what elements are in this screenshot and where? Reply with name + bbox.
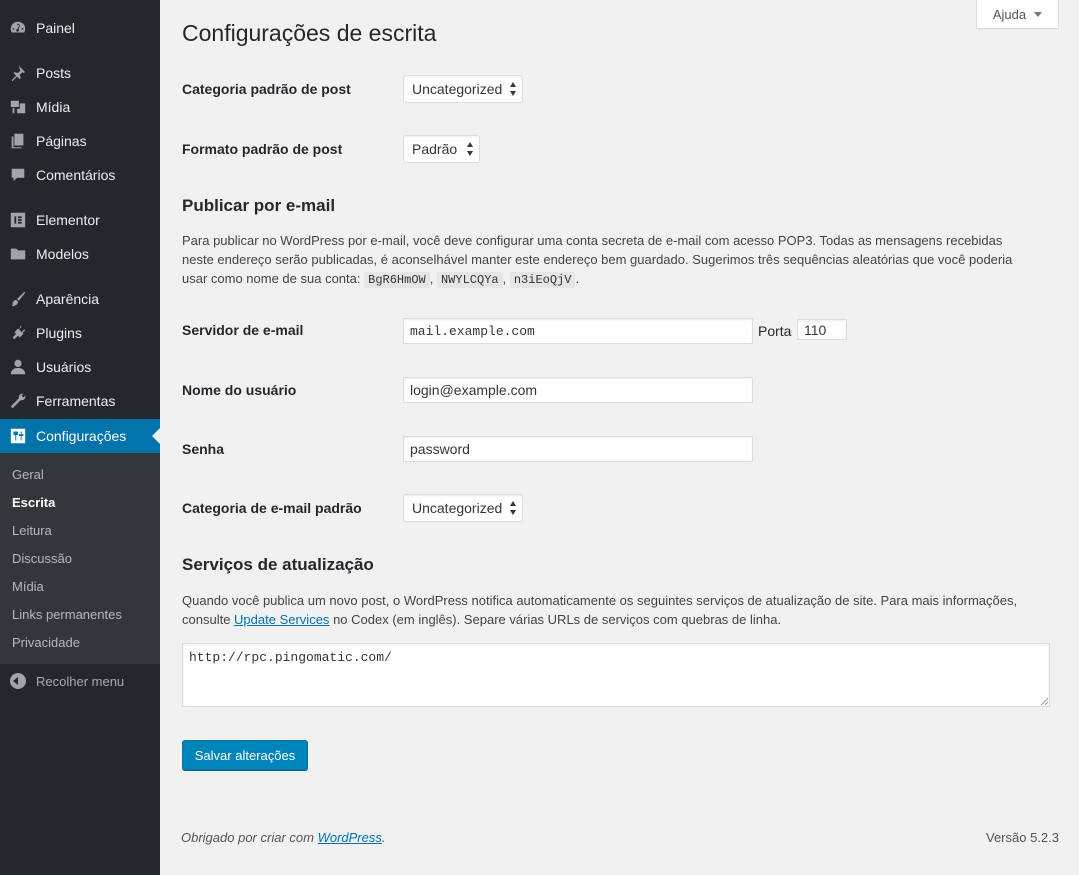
brush-icon [8, 289, 28, 309]
collapse-arrow-icon [10, 673, 26, 689]
user-icon [8, 357, 28, 377]
footer-thanks: Obrigado por criar com WordPress. [181, 830, 386, 845]
menu-item-comentarios[interactable]: Comentários [0, 158, 160, 192]
menu-label: Painel [36, 20, 75, 36]
submenu-item-privacidade[interactable]: Privacidade [12, 635, 80, 650]
pin-icon [8, 63, 28, 83]
post-by-email-description: Para publicar no WordPress por e-mail, v… [182, 231, 1058, 290]
collapse-menu-button[interactable]: Recolher menu [0, 669, 160, 693]
submenu-item-discussao[interactable]: Discussão [12, 551, 72, 566]
desc-line: Para publicar no WordPress por e-mail, v… [182, 233, 1003, 248]
login-input[interactable] [403, 377, 753, 403]
menu-label: Mídia [36, 99, 71, 115]
select-arrows-icon [510, 501, 517, 515]
menu-label: Ferramentas [36, 393, 116, 409]
password-label: Senha [182, 441, 225, 457]
select-arrows-icon [467, 142, 474, 156]
menu-item-painel[interactable]: Painel [0, 11, 160, 45]
desc-line-link: consulte Update Services no Codex (em in… [182, 610, 1058, 629]
submenu-item-leitura[interactable]: Leitura [12, 523, 52, 538]
password-input[interactable] [403, 436, 753, 462]
menu-label: Páginas [36, 133, 87, 149]
port-input[interactable] [797, 319, 847, 340]
default-mail-category-label: Categoria de e-mail padrão [182, 500, 362, 516]
menu-item-configuracoes[interactable]: Configurações [0, 419, 160, 453]
port-label: Porta [758, 323, 792, 339]
comment-icon [8, 165, 28, 185]
footer-period: . [381, 830, 386, 845]
update-services-link[interactable]: Update Services [234, 612, 329, 627]
desc-line: Quando você publica um novo post, o Word… [182, 593, 1018, 608]
ping-sites-textarea[interactable]: http://rpc.pingomatic.com/ [182, 643, 1050, 707]
default-category-value: Uncategorized [412, 81, 503, 97]
update-services-title: Serviços de atualização [182, 555, 374, 574]
menu-item-ferramentas[interactable]: Ferramentas [0, 384, 160, 418]
menu-item-modelos[interactable]: Modelos [0, 237, 160, 271]
mail-server-input[interactable] [403, 318, 753, 344]
wordpress-link[interactable]: WordPress [318, 830, 382, 845]
desc-line-keys: usar como nome de sua conta: BgR6HmOW, N… [182, 269, 1058, 290]
submenu-item-escrita[interactable]: Escrita [12, 495, 55, 510]
dashboard-icon [8, 18, 28, 38]
default-format-value: Padrão [412, 141, 458, 157]
menu-item-elementor[interactable]: Elementor [0, 203, 160, 237]
menu-item-paginas[interactable]: Páginas [0, 124, 160, 158]
desc-line: neste endereço serão publicadas, é acons… [182, 252, 1013, 267]
menu-label: Comentários [36, 167, 116, 183]
footer-thanks-text: Obrigado por criar com [181, 830, 314, 845]
key-separator: , [502, 271, 507, 286]
default-category-label: Categoria padrão de post [182, 81, 351, 97]
save-changes-button[interactable]: Salvar alterações [182, 740, 308, 770]
random-key: BgR6HmOW [364, 272, 430, 288]
menu-item-usuarios[interactable]: Usuários [0, 350, 160, 384]
help-tab-button[interactable]: Ajuda [976, 0, 1059, 29]
end-period: . [575, 271, 580, 286]
page-title: Configurações de escrita [182, 20, 437, 46]
desc-text: consulte [182, 612, 231, 627]
settings-icon [8, 426, 28, 446]
folder-icon [8, 244, 28, 264]
help-tab-label: Ajuda [992, 6, 1027, 22]
default-mail-category-select[interactable]: Uncategorized [403, 494, 523, 522]
select-arrows-icon [510, 82, 517, 96]
plugin-icon [8, 323, 28, 343]
footer-version: Versão 5.2.3 [986, 830, 1059, 845]
default-category-select[interactable]: Uncategorized [403, 75, 523, 103]
admin-sidebar: Painel Posts Mídia Páginas Comentários E… [0, 0, 160, 875]
login-label: Nome do usuário [182, 382, 297, 398]
default-format-label: Formato padrão de post [182, 141, 343, 157]
update-services-description: Quando você publica um novo post, o Word… [182, 591, 1058, 629]
submenu-item-midia[interactable]: Mídia [12, 579, 44, 594]
default-format-select[interactable]: Padrão [403, 135, 480, 163]
key-separator: , [429, 271, 434, 286]
menu-label: Modelos [36, 246, 89, 262]
menu-item-midia[interactable]: Mídia [0, 90, 160, 124]
menu-label: Plugins [36, 325, 82, 341]
menu-label: Configurações [36, 428, 127, 444]
random-key: NWYLCQYa [436, 272, 503, 288]
caret-down-icon [1034, 11, 1043, 17]
menu-label: Usuários [36, 359, 92, 375]
submenu-item-geral[interactable]: Geral [12, 467, 44, 482]
collapse-menu-label: Recolher menu [36, 673, 125, 689]
menu-label: Elementor [36, 212, 100, 228]
menu-item-aparencia[interactable]: Aparência [0, 282, 160, 316]
post-by-email-title: Publicar por e-mail [182, 196, 336, 215]
random-key: n3iEoQjV [509, 272, 576, 288]
media-icon [8, 97, 28, 117]
mail-server-label: Servidor de e-mail [182, 322, 304, 338]
menu-label: Posts [36, 65, 72, 81]
submenu-item-links-permanentes[interactable]: Links permanentes [12, 607, 122, 622]
menu-item-posts[interactable]: Posts [0, 56, 160, 90]
wrench-icon [8, 391, 28, 411]
elementor-icon [8, 210, 28, 230]
menu-label: Aparência [36, 291, 100, 307]
resize-grip-icon[interactable] [1040, 697, 1048, 705]
desc-text: no Codex (em inglês). Separe várias URLs… [333, 612, 782, 627]
settings-submenu: Geral Escrita Leitura Discussão Mídia Li… [0, 453, 160, 664]
menu-item-plugins[interactable]: Plugins [0, 316, 160, 350]
pages-icon [8, 131, 28, 151]
desc-line: usar como nome de sua conta: [182, 271, 361, 286]
default-mail-category-value: Uncategorized [412, 500, 503, 516]
